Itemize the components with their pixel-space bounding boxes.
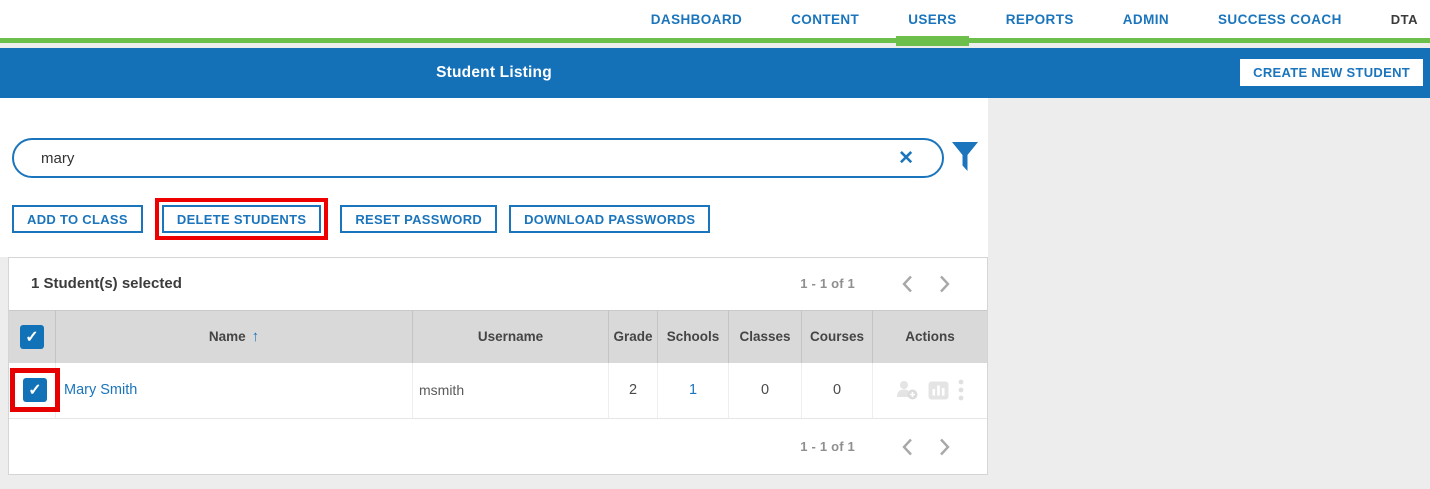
pagination-range-label: 1 - 1 of 1 <box>800 276 855 292</box>
student-username: msmith <box>412 362 608 419</box>
student-schools-link[interactable]: 1 <box>657 362 728 419</box>
column-header-name[interactable]: Name ↑ <box>55 310 412 363</box>
chevron-right-icon <box>940 275 950 293</box>
selected-count-text: 1 Student(s) selected <box>31 275 182 293</box>
student-courses: 0 <box>801 362 872 419</box>
download-passwords-button[interactable]: DOWNLOAD PASSWORDS <box>509 205 711 233</box>
more-options-icon[interactable] <box>958 379 964 401</box>
sort-ascending-icon: ↑ <box>251 328 260 346</box>
nav-item-content[interactable]: CONTENT <box>791 12 859 27</box>
report-icon-shape <box>928 381 949 400</box>
table-header-row: ✓ Name ↑ Username Grade Schools Classes … <box>9 309 987 363</box>
chevron-left-icon <box>902 275 912 293</box>
active-tab-underline <box>896 35 969 46</box>
chevron-left-icon <box>902 438 912 455</box>
bulk-actions-toolbar: ADD TO CLASS DELETE STUDENTS RESET PASSW… <box>12 198 711 240</box>
pagination-top: 1 - 1 of 1 <box>800 275 963 293</box>
table-row: ✓ Mary Smith msmith 2 1 0 0 <box>9 362 987 420</box>
next-page-button-bottom[interactable] <box>926 438 963 456</box>
filter-icon[interactable] <box>950 141 980 175</box>
student-table-card: 1 Student(s) selected 1 - 1 of 1 ✓ Name … <box>8 257 988 475</box>
pagination-bottom: 1 - 1 of 1 <box>800 438 963 456</box>
pagination-range-label-bottom: 1 - 1 of 1 <box>800 439 855 455</box>
nav-item-dashboard[interactable]: DASHBOARD <box>651 12 742 27</box>
next-page-button[interactable] <box>926 275 963 293</box>
search-input[interactable] <box>41 149 899 167</box>
column-header-username[interactable]: Username <box>412 310 608 363</box>
nav-item-users[interactable]: USERS <box>896 11 969 46</box>
add-to-class-icon-shape <box>897 381 918 400</box>
table-summary-bar: 1 Student(s) selected 1 - 1 of 1 <box>9 258 987 310</box>
nav-item-users-label: USERS <box>908 11 957 27</box>
row-select-cell: ✓ <box>9 363 60 419</box>
user-menu-badge[interactable]: DTA <box>1391 12 1418 27</box>
create-new-student-button[interactable]: CREATE NEW STUDENT <box>1240 59 1423 86</box>
previous-page-button[interactable] <box>889 275 926 293</box>
top-nav: DASHBOARD CONTENT USERS REPORTS ADMIN SU… <box>0 0 1430 46</box>
select-all-checkbox[interactable]: ✓ <box>20 324 44 349</box>
column-header-courses[interactable]: Courses <box>801 310 872 363</box>
checkbox-annotation-box: ✓ <box>10 368 60 413</box>
column-header-classes[interactable]: Classes <box>728 310 801 363</box>
nav-item-admin[interactable]: ADMIN <box>1123 12 1169 27</box>
column-header-schools[interactable]: Schools <box>657 310 728 363</box>
nav-item-success-coach[interactable]: SUCCESS COACH <box>1218 12 1342 27</box>
add-to-class-button[interactable]: ADD TO CLASS <box>12 205 143 233</box>
student-name-link[interactable]: Mary Smith <box>55 362 412 419</box>
column-header-name-label: Name <box>208 329 246 345</box>
table-footer: 1 - 1 of 1 <box>9 419 987 474</box>
reset-password-button[interactable]: RESET PASSWORD <box>340 205 498 233</box>
funnel-icon-shape <box>952 141 978 171</box>
more-options-icon-shape <box>958 379 964 401</box>
search-box: ✕ <box>12 138 944 178</box>
content-panel: ✕ ADD TO CLASS DELETE STUDENTS RESET PAS… <box>0 98 988 257</box>
student-grade: 2 <box>608 362 657 419</box>
add-to-class-icon[interactable] <box>896 380 919 400</box>
select-all-cell: ✓ <box>9 311 55 363</box>
page-title: Student Listing <box>436 64 552 81</box>
student-classes: 0 <box>728 362 801 419</box>
column-header-grade[interactable]: Grade <box>608 310 657 363</box>
row-checkbox[interactable]: ✓ <box>23 378 47 403</box>
previous-page-button-bottom[interactable] <box>889 438 926 456</box>
column-header-actions: Actions <box>872 310 987 363</box>
clear-search-icon[interactable]: ✕ <box>898 149 914 168</box>
nav-item-reports[interactable]: REPORTS <box>1006 12 1074 27</box>
delete-students-annotation-box: DELETE STUDENTS <box>154 198 329 240</box>
delete-students-button[interactable]: DELETE STUDENTS <box>161 205 322 233</box>
chevron-right-icon <box>940 438 950 455</box>
page-header-bar: Student Listing CREATE NEW STUDENT <box>0 48 1430 98</box>
report-icon[interactable] <box>928 381 949 400</box>
row-actions-cell <box>872 362 987 419</box>
